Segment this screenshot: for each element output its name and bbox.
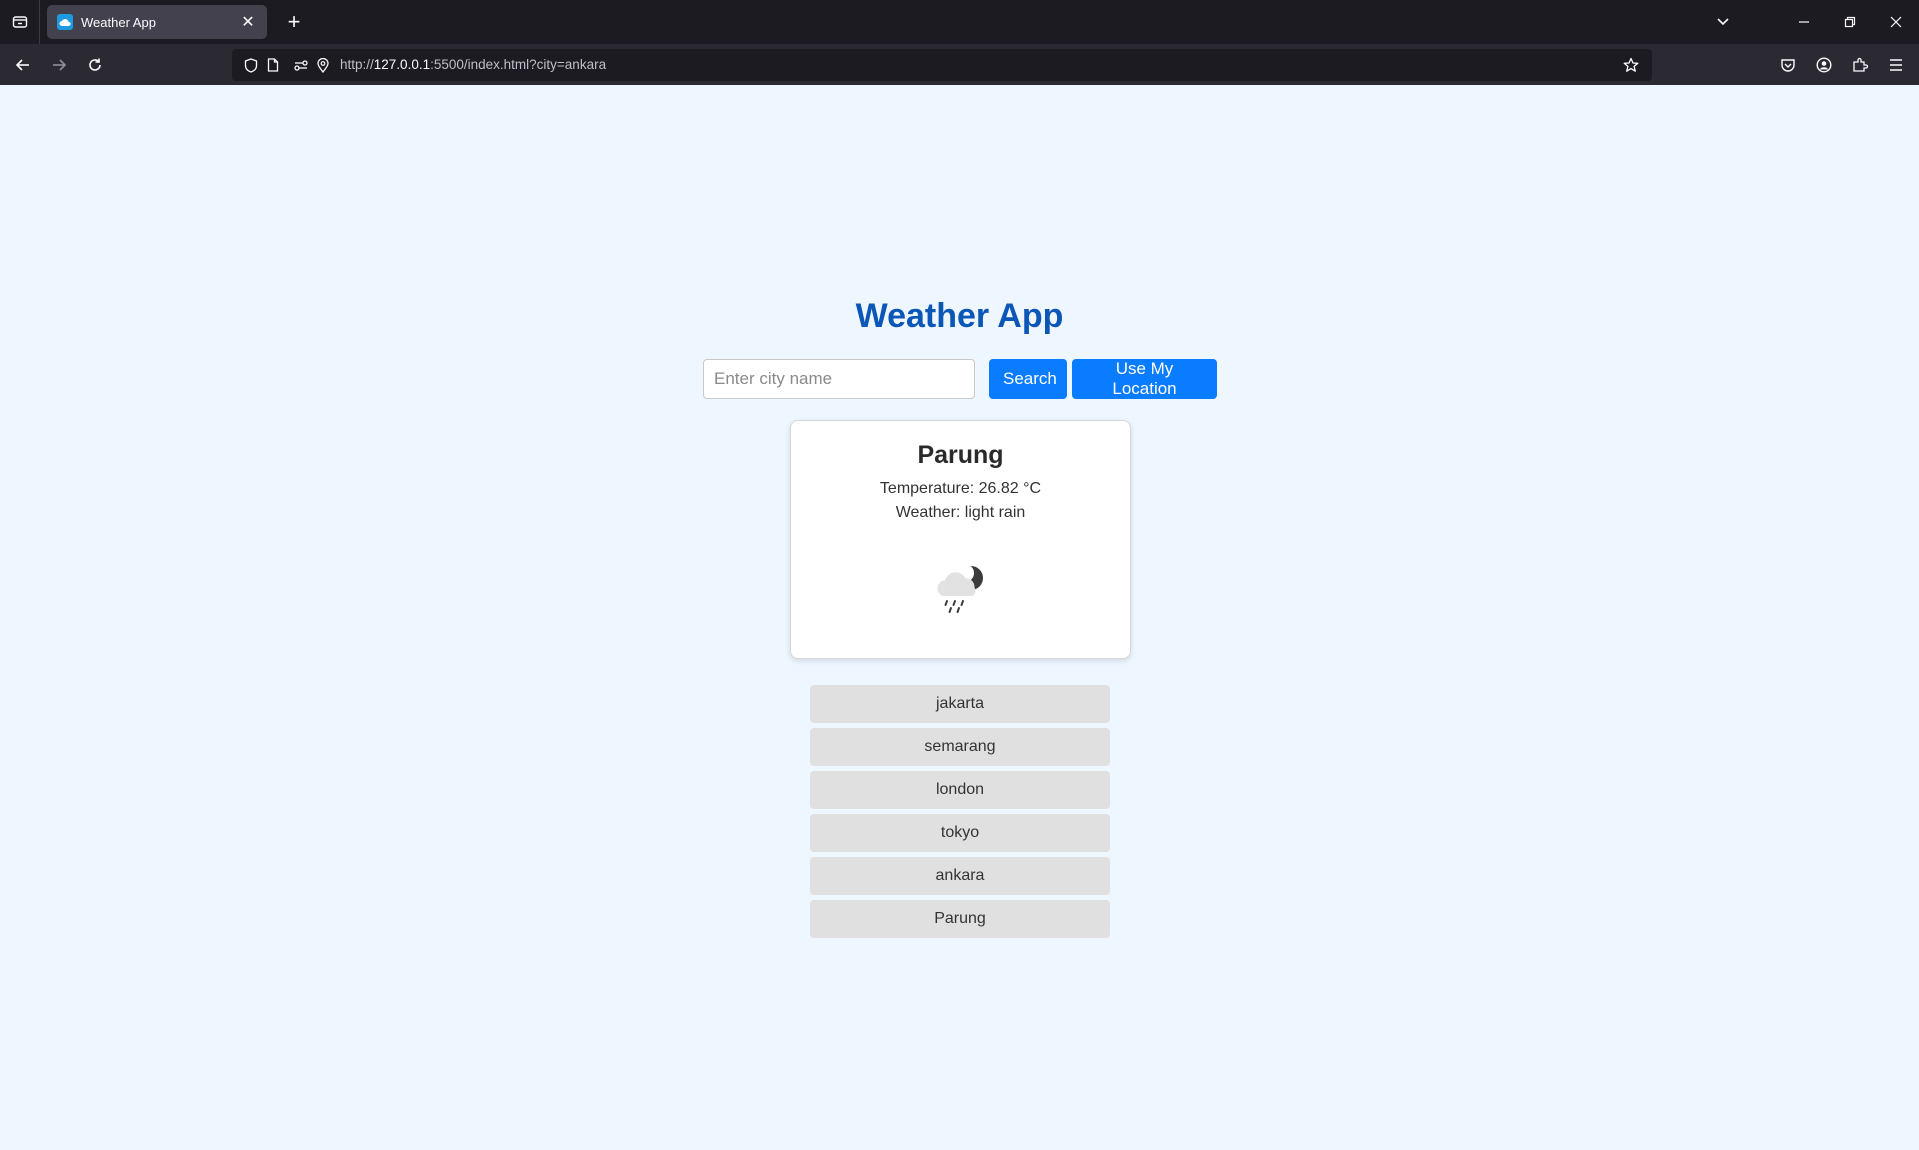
history-item-jakarta[interactable]: jakarta bbox=[810, 685, 1110, 723]
back-arrow-icon[interactable] bbox=[8, 50, 38, 80]
permissions-icon[interactable] bbox=[290, 49, 312, 81]
address-bar[interactable]: http://127.0.0.1:5500/index.html?city=an… bbox=[232, 49, 1652, 81]
url-text[interactable]: http://127.0.0.1:5500/index.html?city=an… bbox=[340, 49, 606, 81]
tab-close-icon[interactable]: ✕ bbox=[239, 12, 257, 32]
shield-icon[interactable] bbox=[240, 49, 262, 81]
menu-hamburger-icon[interactable] bbox=[1881, 50, 1911, 80]
history-item-tokyo[interactable]: tokyo bbox=[810, 814, 1110, 852]
tab-title: Weather App bbox=[81, 14, 156, 30]
bookmark-star-icon[interactable] bbox=[1616, 50, 1646, 80]
weather-card: Parung Temperature: 26.82 °C Weather: li… bbox=[790, 420, 1131, 659]
extensions-icon[interactable] bbox=[1845, 50, 1875, 80]
reload-icon[interactable] bbox=[80, 50, 110, 80]
history-item-parung[interactable]: Parung bbox=[810, 900, 1110, 938]
current-city-name: Parung bbox=[917, 441, 1004, 469]
firefox-view-icon bbox=[12, 16, 27, 28]
page-icon[interactable] bbox=[262, 49, 284, 81]
list-all-tabs-icon[interactable] bbox=[1706, 0, 1740, 44]
rain-night-icon bbox=[937, 564, 983, 613]
history-item-semarang[interactable]: semarang bbox=[810, 728, 1110, 766]
browser-tab[interactable]: Weather App ✕ bbox=[47, 5, 267, 39]
location-pin-icon[interactable] bbox=[312, 49, 334, 81]
search-row: Search Use My Location bbox=[703, 359, 1217, 399]
weather-app-page: Weather App Search Use My Location Parun… bbox=[0, 85, 1919, 1150]
pocket-icon[interactable] bbox=[1773, 50, 1803, 80]
browser-tab-bar: Weather App ✕ + bbox=[0, 0, 1919, 44]
search-history-list: jakarta semarang london tokyo ankara Par… bbox=[810, 685, 1110, 943]
new-tab-button[interactable]: + bbox=[280, 8, 308, 36]
firefox-view-button[interactable] bbox=[0, 0, 40, 44]
city-search-input[interactable] bbox=[703, 359, 975, 399]
use-my-location-button[interactable]: Use My Location bbox=[1072, 359, 1217, 399]
browser-nav-bar: http://127.0.0.1:5500/index.html?city=an… bbox=[0, 44, 1919, 85]
history-item-ankara[interactable]: ankara bbox=[810, 857, 1110, 895]
weather-description-text: Weather: light rain bbox=[895, 504, 1026, 521]
temperature-text: Temperature: 26.82 °C bbox=[879, 480, 1042, 497]
minimize-window-icon[interactable] bbox=[1781, 0, 1827, 44]
close-window-icon[interactable] bbox=[1873, 0, 1919, 44]
weather-favicon-icon bbox=[57, 14, 73, 30]
page-title: Weather App bbox=[855, 297, 1064, 335]
search-button[interactable]: Search bbox=[989, 359, 1067, 399]
restore-window-icon[interactable] bbox=[1827, 0, 1873, 44]
account-icon[interactable] bbox=[1809, 50, 1839, 80]
history-item-london[interactable]: london bbox=[810, 771, 1110, 809]
forward-arrow-icon[interactable] bbox=[44, 50, 74, 80]
